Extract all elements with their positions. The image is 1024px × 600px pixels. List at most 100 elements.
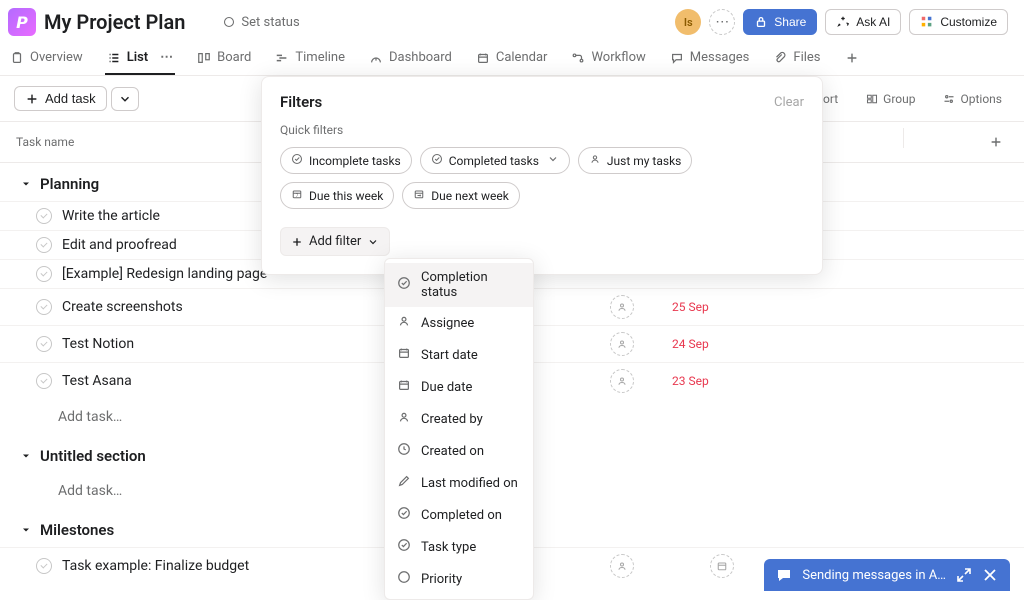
circle-check-icon [291,153,303,168]
group-button[interactable]: Group [860,88,921,110]
options-label: Options [960,92,1002,106]
tab-overview[interactable]: Overview [8,44,85,75]
pencil-icon [397,474,411,492]
tab-files[interactable]: Files [771,44,822,75]
add-member-button[interactable]: ⋯ [709,9,735,35]
tab-workflow-label: Workflow [591,50,645,65]
customize-label: Customize [940,15,997,29]
tab-dashboard-label: Dashboard [389,50,452,65]
assign-icon [610,295,634,319]
assignee-cell[interactable] [572,554,672,578]
cal-icon [397,378,411,396]
list-icon [107,51,121,65]
filter-option[interactable]: Due date [385,371,533,403]
tab-messages-label: Messages [690,50,750,65]
user-avatar[interactable]: Is [675,9,701,35]
more-icon[interactable]: ⋯ [160,50,173,65]
workflow-icon [571,51,585,65]
options-button[interactable]: Options [937,88,1008,110]
quick-filter-chip[interactable]: Just my tasks [578,147,692,174]
ask-ai-button[interactable]: Ask AI [825,9,901,35]
chevron-down-icon[interactable] [193,20,197,24]
filter-option[interactable]: Created by [385,403,533,435]
assignee-cell[interactable] [572,332,672,356]
filter-option-label: Completion status [421,270,521,300]
filter-option[interactable]: Assignee [385,307,533,339]
add-filter-label: Add filter [309,234,361,249]
complete-checkbox[interactable] [36,266,52,282]
filter-option-label: Start date [421,348,478,363]
assignee-cell[interactable] [572,295,672,319]
tab-calendar[interactable]: Calendar [474,44,550,75]
filter-option-label: Completed on [421,508,502,523]
paperclip-icon [773,51,787,65]
quick-filter-chip[interactable]: 7Due this week [280,182,394,209]
filters-clear-button[interactable]: Clear [774,95,804,110]
notification-toast[interactable]: Sending messages in A… [764,559,1010,591]
board-icon [197,51,211,65]
quick-filters-label: Quick filters [280,123,804,137]
clock-icon [397,442,411,460]
quick-filter-chip[interactable]: Completed tasks [420,147,570,174]
complete-checkbox[interactable] [36,336,52,352]
project-logo: 𝙋 [8,8,36,36]
chat-icon [776,567,792,583]
quick-filter-chip[interactable]: Due next week [402,182,520,209]
filter-option[interactable]: Last modified on [385,467,533,499]
set-status-button[interactable]: Set status [217,13,305,32]
toast-text: Sending messages in A… [802,568,946,583]
share-button[interactable]: Share [743,9,817,35]
section-name: Planning [40,175,99,193]
complete-checkbox[interactable] [36,237,52,253]
complete-checkbox[interactable] [36,208,52,224]
assignee-cell[interactable] [572,369,672,393]
tab-board[interactable]: Board [195,44,253,75]
chip-label: Due this week [309,189,383,203]
quick-filter-chip[interactable]: Incomplete tasks [280,147,412,174]
star-icon[interactable] [205,20,209,24]
filter-option[interactable]: Created on [385,435,533,467]
chip-label: Completed tasks [449,154,539,168]
due-date-cell[interactable]: 25 Sep [672,300,772,314]
filter-option-label: Assignee [421,316,474,331]
complete-checkbox[interactable] [36,299,52,315]
add-tab-button[interactable] [843,45,861,75]
plus-icon [989,135,1003,149]
date-cell[interactable] [672,554,772,578]
add-task-button[interactable]: Add task [14,86,107,111]
complete-checkbox[interactable] [36,373,52,389]
person-icon [397,410,411,428]
tab-workflow[interactable]: Workflow [569,44,647,75]
due-date-cell[interactable]: 23 Sep [672,374,772,388]
calendar-icon [710,554,734,578]
filter-option[interactable]: Completion status [385,263,533,307]
tab-timeline[interactable]: Timeline [273,44,347,75]
add-column-button[interactable] [984,130,1008,154]
tab-calendar-label: Calendar [496,50,548,65]
expand-icon[interactable] [956,567,972,583]
add-filter-button[interactable]: Add filter [280,227,390,256]
customize-button[interactable]: Customize [909,9,1008,35]
complete-checkbox[interactable] [36,558,52,574]
tab-overview-label: Overview [30,50,83,65]
filter-option[interactable]: Start date [385,339,533,371]
project-header: 𝙋 My Project Plan Set status Is ⋯ Share … [0,0,1024,40]
add-task-dropdown-button[interactable] [111,87,139,111]
tab-messages[interactable]: Messages [668,44,752,75]
assign-icon [610,369,634,393]
quick-filter-chips: Incomplete tasks Completed tasks Just my t… [280,147,804,209]
chevron-down-icon[interactable] [547,153,559,168]
close-icon[interactable] [982,567,998,583]
project-title: My Project Plan [44,10,185,34]
filter-option[interactable]: Completed on [385,499,533,531]
clipboard-icon [10,51,24,65]
due-date-cell[interactable]: 24 Sep [672,337,772,351]
filter-option[interactable]: Priority [385,563,533,595]
tab-dashboard[interactable]: Dashboard [367,44,454,75]
grid-icon [920,15,934,29]
filter-option[interactable]: Task type [385,531,533,563]
chevron-down-icon [20,178,32,190]
add-filter-dropdown: Completion status Assignee Start date Due d… [384,258,534,600]
filter-option-label: Task type [421,540,476,555]
tab-list[interactable]: List⋯ [105,44,175,75]
